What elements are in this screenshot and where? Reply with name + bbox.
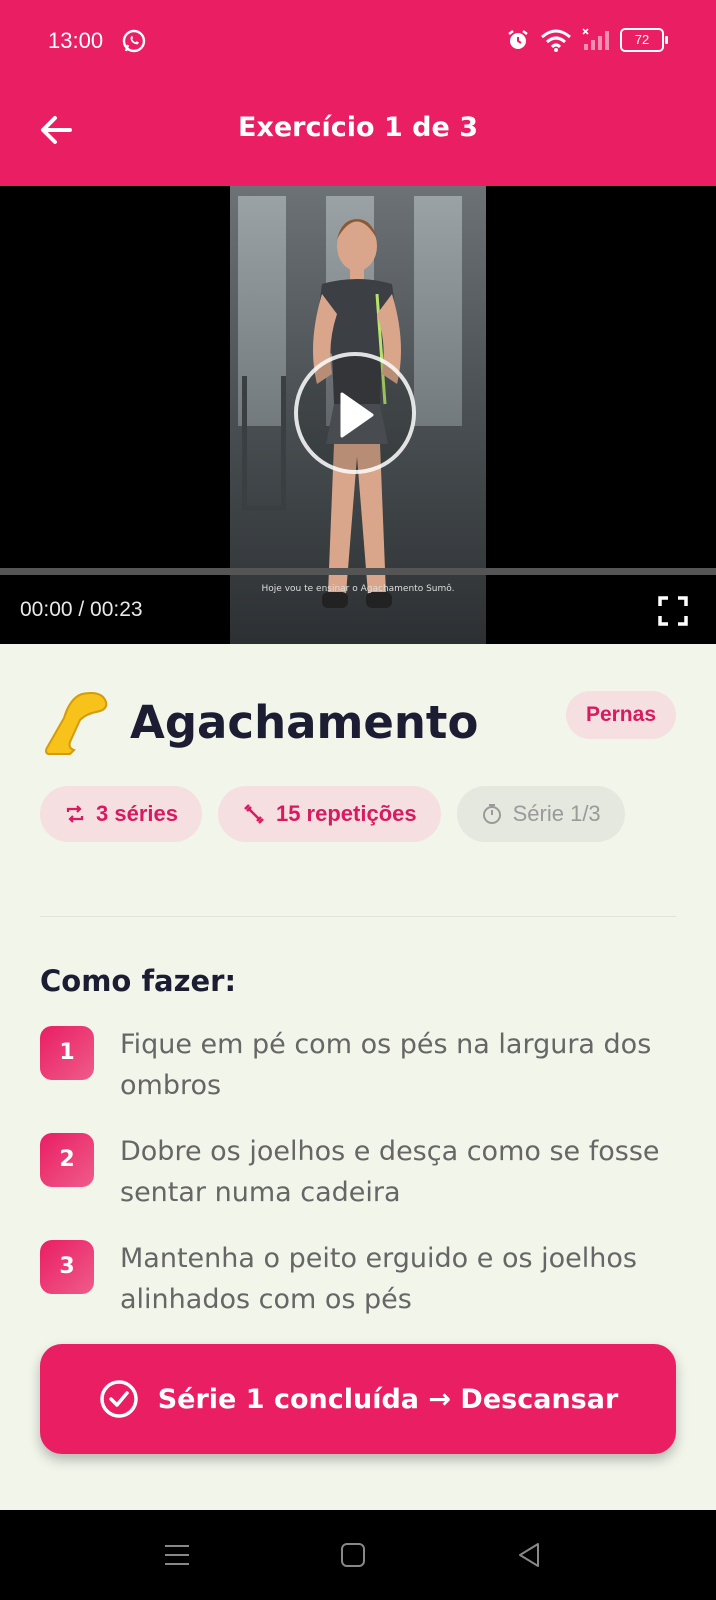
current-series-label: Série 1/3 xyxy=(512,801,601,826)
series-chip-label: 3 séries xyxy=(96,801,178,826)
page-title: Exercício 1 de 3 xyxy=(238,112,478,143)
complete-series-button[interactable]: Série 1 concluída → Descansar xyxy=(40,1344,676,1454)
step-number: 3 xyxy=(40,1240,94,1294)
back-nav-icon[interactable] xyxy=(514,1540,544,1570)
play-button[interactable] xyxy=(294,352,416,474)
exercise-name: Agachamento xyxy=(130,696,479,749)
dumbbell-icon xyxy=(244,804,264,824)
step-text: Dobre os joelhos e desça como se fosse s… xyxy=(120,1136,660,1208)
fullscreen-icon[interactable] xyxy=(658,596,688,626)
menu-icon[interactable] xyxy=(162,1540,192,1570)
play-icon xyxy=(340,392,374,438)
step-number: 1 xyxy=(40,1026,94,1080)
step-text: Mantenha o peito erguido e os joelhos al… xyxy=(120,1243,637,1315)
instructions-title: Como fazer: xyxy=(40,964,237,998)
video-player[interactable]: Hoje vou te ensinar o Agachamento Sumô. … xyxy=(0,186,716,644)
step-number: 2 xyxy=(40,1133,94,1187)
video-caption: Hoje vou te ensinar o Agachamento Sumô. xyxy=(261,584,455,594)
complete-series-label: Série 1 concluída → Descansar xyxy=(157,1383,619,1415)
timer-icon xyxy=(482,804,501,824)
video-progress-bar[interactable] xyxy=(0,568,716,575)
current-series-chip: Série 1/3 xyxy=(456,786,625,842)
whatsapp-icon xyxy=(122,29,146,53)
home-icon[interactable] xyxy=(338,1540,368,1570)
reps-chip-label: 15 repetições xyxy=(275,801,417,826)
instruction-step: 1 Fique em pé com os pés na largura dos … xyxy=(40,1024,676,1114)
leg-emoji-icon xyxy=(45,692,108,755)
status-icons: 72 xyxy=(506,28,668,52)
signal-icon xyxy=(582,28,609,50)
muscle-group-badge: Pernas xyxy=(565,691,676,739)
exercise-header: Agachamento Pernas xyxy=(40,688,676,768)
step-text: Fique em pé com os pés na largura dos om… xyxy=(120,1029,652,1101)
exercise-chips: 3 séries 15 repetições Série 1/3 xyxy=(40,786,625,842)
system-nav-bar xyxy=(0,1510,716,1600)
battery-indicator: 72 xyxy=(620,28,668,52)
status-time: 13:00 xyxy=(48,28,104,53)
video-time-label: 00:00 / 00:23 xyxy=(20,598,143,621)
instruction-step: 2 Dobre os joelhos e desça como se fosse… xyxy=(40,1131,676,1221)
divider xyxy=(40,916,676,917)
wifi-icon xyxy=(541,29,571,52)
alarm-icon xyxy=(508,30,528,49)
app-header: 13:00 72 Exercício 1 de 3 xyxy=(0,0,716,186)
repeat-icon xyxy=(66,805,84,823)
series-chip: 3 séries xyxy=(40,786,202,842)
check-circle-icon xyxy=(99,1380,138,1418)
instruction-step: 3 Mantenha o peito erguido e os joelhos … xyxy=(40,1238,676,1328)
reps-chip: 15 repetições xyxy=(217,786,441,842)
